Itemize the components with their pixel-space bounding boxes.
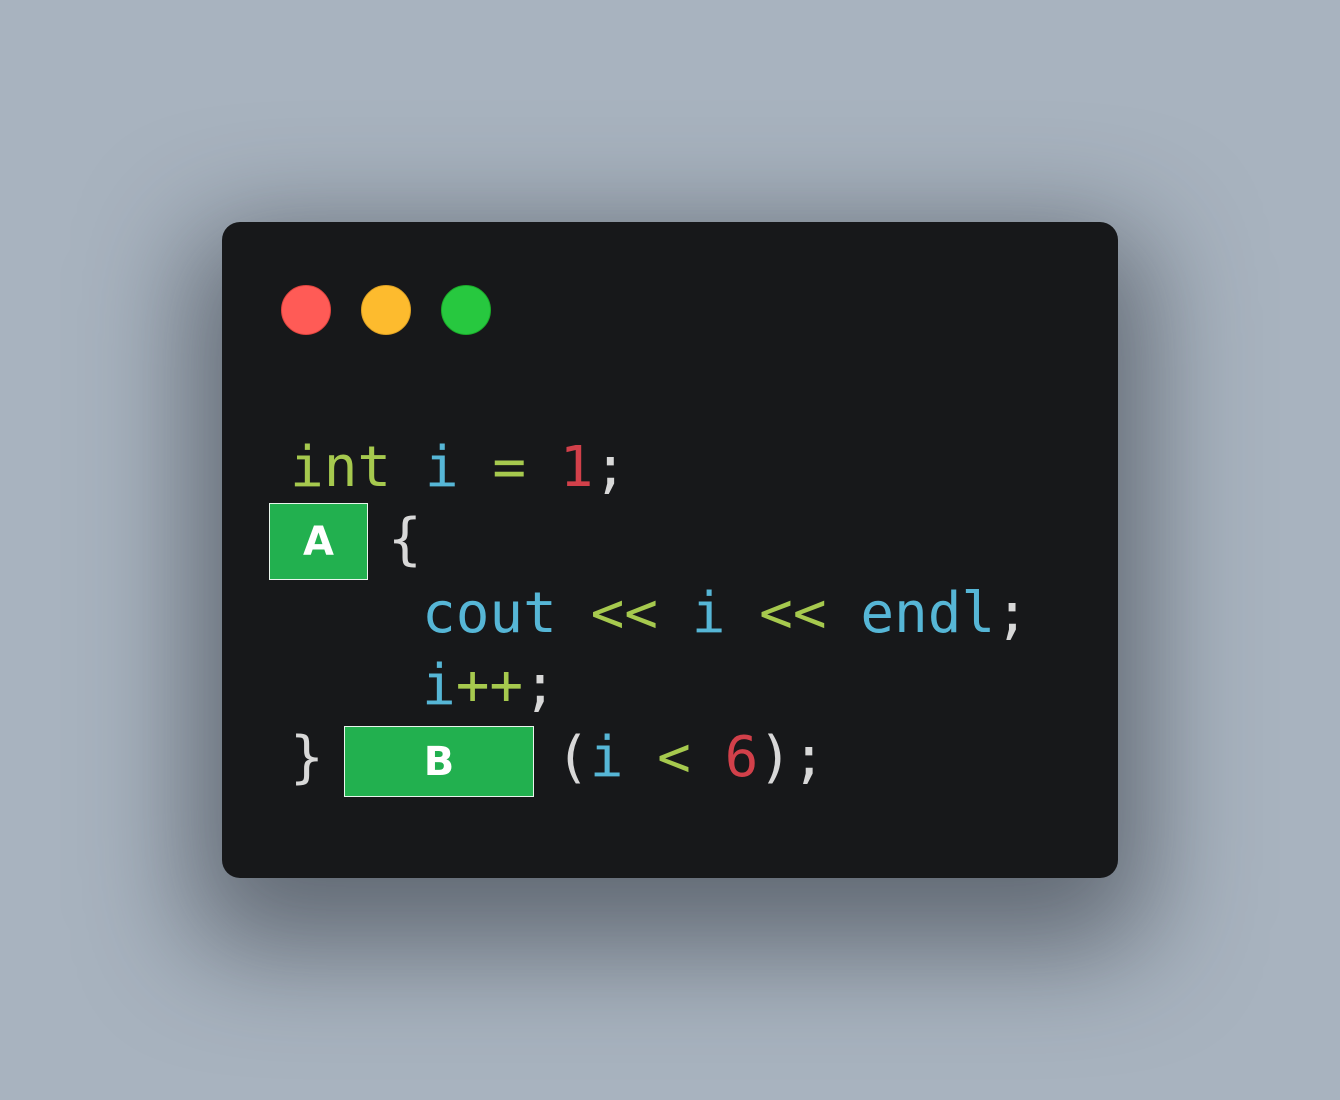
semicolon: ;	[523, 653, 557, 718]
semicolon: ;	[593, 435, 628, 500]
number-literal: 1	[559, 435, 594, 500]
variable-i: i	[422, 653, 456, 718]
open-paren: (	[556, 725, 590, 790]
code-line-5-brace: }	[290, 730, 324, 786]
type-keyword: int	[290, 435, 392, 500]
variable-i: i	[424, 435, 459, 500]
increment-operator: ++	[455, 653, 524, 718]
variable-i: i	[691, 581, 726, 646]
open-brace: {	[388, 507, 422, 572]
semicolon: ;	[995, 581, 1029, 646]
code-line-3: cout << i << endl;	[422, 586, 1029, 642]
code-line-5-condition: (i < 6);	[556, 730, 826, 786]
blank-a-label: A	[303, 518, 334, 565]
close-dot-icon[interactable]	[281, 285, 331, 335]
close-brace: }	[290, 725, 324, 790]
blank-a[interactable]: A	[269, 503, 368, 580]
stream-operator: <<	[590, 581, 659, 646]
code-line-1: int i = 1;	[290, 440, 627, 496]
blank-b-label: B	[423, 738, 455, 785]
assign-operator: =	[492, 435, 527, 500]
endl-identifier: endl	[860, 581, 996, 646]
code-line-2: {	[388, 512, 422, 568]
minimize-dot-icon[interactable]	[361, 285, 411, 335]
close-paren: )	[758, 725, 793, 790]
code-line-4: i++;	[422, 658, 557, 714]
maximize-dot-icon[interactable]	[441, 285, 491, 335]
cout-identifier: cout	[422, 581, 557, 646]
stream-operator: <<	[759, 581, 827, 646]
number-literal: 6	[724, 725, 759, 790]
less-than-operator: <	[657, 725, 691, 790]
variable-i: i	[589, 725, 624, 790]
semicolon: ;	[792, 725, 826, 790]
blank-b[interactable]: B	[344, 726, 534, 797]
